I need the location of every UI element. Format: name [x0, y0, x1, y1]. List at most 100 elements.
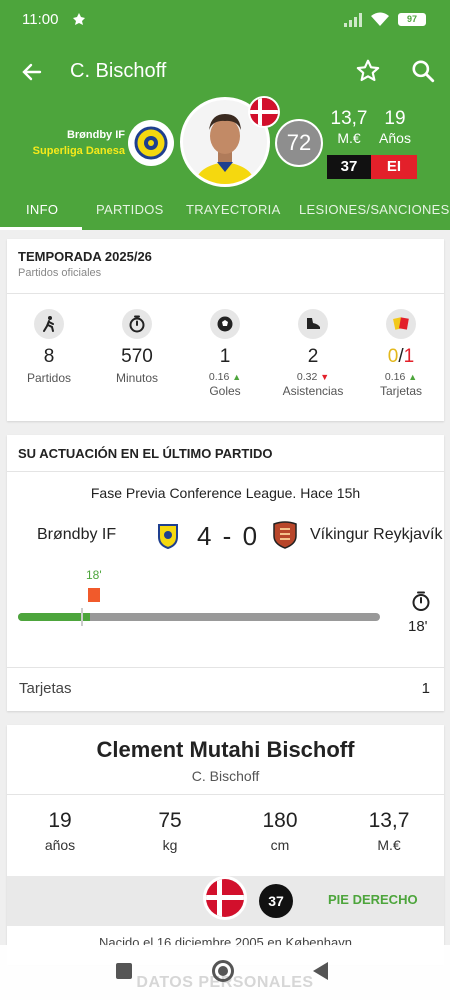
profile-stat-height: 180 cm	[230, 809, 330, 853]
wifi-icon	[371, 12, 389, 26]
stat-value: 0/1	[387, 346, 415, 367]
market-value: 13,7 M.€	[328, 108, 370, 146]
stat-per-game: 0.16 ▲	[384, 371, 418, 383]
tab-trayectoria[interactable]: TRAYECTORIA	[186, 202, 281, 217]
stat-label: Tarjetas	[379, 384, 423, 398]
league-name: Superliga Danesa	[32, 145, 125, 157]
notification-icon	[73, 13, 85, 25]
stat-per-game: 0.16 ▲	[208, 371, 242, 383]
player-rating: 72	[275, 119, 323, 167]
status-bar: 11:00 97	[0, 0, 450, 40]
market-value-unit: M.€	[337, 130, 361, 146]
signal-icon	[344, 12, 362, 27]
last-match-title: SU ACTUACIÓN EN EL ÚLTIMO PARTIDO	[18, 446, 273, 461]
denmark-flag-icon	[250, 98, 278, 126]
back-arrow-icon[interactable]	[20, 60, 44, 84]
top-bar: C. Bischoff	[0, 52, 450, 92]
home-icon[interactable]	[212, 960, 234, 982]
player-age: 19 Años	[378, 108, 412, 146]
stat-assists: 2 0.32 ▼ Asistencias	[268, 309, 358, 398]
club-info[interactable]: Brøndby IF Superliga Danesa	[20, 127, 125, 159]
stat-value: 8	[43, 346, 55, 367]
stat-value: 2	[307, 346, 319, 367]
age-unit: Años	[379, 130, 411, 146]
club-crest[interactable]	[128, 120, 174, 166]
market-value-number: 13,7	[330, 108, 368, 129]
cards-row-value: 1	[421, 680, 430, 697]
profile-stat-label: años	[44, 837, 76, 853]
profile-stat-value: 180	[262, 809, 298, 832]
tab-lesiones-sanciones[interactable]: LESIONES/SANCIONES	[299, 202, 450, 217]
player-icon	[34, 309, 64, 339]
active-tab-indicator	[0, 227, 82, 230]
timeline-marker	[81, 608, 83, 626]
profile-stat-label: kg	[162, 837, 178, 853]
substitution-minute: 18'	[86, 568, 102, 582]
nationality-flag	[203, 876, 247, 920]
brondby-crest-icon	[158, 524, 178, 549]
system-navigation-bar: DATOS PERSONALES	[0, 945, 450, 1000]
back-triangle-icon[interactable]	[313, 962, 328, 980]
status-icons: 97	[344, 12, 426, 27]
season-title: TEMPORADA 2025/26	[18, 249, 152, 264]
stat-value: 1	[219, 346, 231, 367]
minutes-timeline-fill	[18, 613, 91, 621]
stat-cards: 0/1 0.16 ▲ Tarjetas	[356, 309, 446, 398]
home-team: Brøndby IF	[37, 526, 117, 543]
match-score: 4 - 0	[197, 521, 260, 551]
shirt-number-badge: 37	[259, 884, 293, 918]
denmark-flag-icon	[206, 879, 244, 917]
tab-partidos[interactable]: PARTIDOS	[96, 202, 164, 217]
minutes-timeline	[18, 613, 380, 621]
profile-stat-value: 19	[48, 809, 72, 832]
profile-stat-label: cm	[270, 837, 290, 853]
age-number: 19	[384, 108, 406, 129]
stat-label: Minutos	[115, 371, 159, 385]
stat-matches: 8 Partidos	[4, 309, 94, 385]
minutes-played: 18'	[408, 618, 428, 635]
divider	[7, 667, 444, 668]
profile-stat-value: 75	[158, 809, 182, 832]
season-subtitle: Partidos oficiales	[18, 267, 102, 279]
stat-per-game: 0.32 ▼	[296, 371, 330, 383]
status-time: 11:00	[22, 11, 59, 28]
nationality-flag	[248, 96, 280, 128]
stat-minutes: 570 Minutos	[92, 309, 182, 385]
stat-label: Asistencias	[282, 384, 344, 398]
favorite-star-icon[interactable]	[355, 58, 381, 84]
cards-row-label: Tarjetas	[19, 680, 72, 697]
season-header: TEMPORADA 2025/26 Partidos oficiales	[18, 249, 152, 279]
brondby-crest-icon	[134, 126, 168, 160]
search-icon[interactable]	[410, 58, 436, 84]
battery-icon: 97	[398, 13, 426, 26]
stopwatch-icon	[412, 591, 430, 611]
tab-info[interactable]: INFO	[26, 202, 58, 217]
divider	[7, 794, 444, 795]
cards-icon	[386, 309, 416, 339]
season-stats-card[interactable]: TEMPORADA 2025/26 Partidos oficiales 8 P…	[7, 239, 444, 421]
boot-icon	[298, 309, 328, 339]
stat-goals: 1 0.16 ▲ Goles	[180, 309, 270, 398]
short-name: C. Bischoff	[191, 768, 260, 784]
stat-value: 570	[121, 346, 153, 367]
recent-apps-icon[interactable]	[116, 963, 132, 979]
full-name: Clement Mutahi Bischoff	[96, 737, 355, 762]
profile-stat-weight: 75 kg	[120, 809, 220, 853]
ball-icon	[210, 309, 240, 339]
position-badge: EI	[371, 155, 417, 179]
tab-bar: INFO PARTIDOS TRAYECTORIA LESIONES/SANCI…	[0, 194, 450, 230]
stat-label: Goles	[209, 384, 241, 398]
match-competition: Fase Previa Conference League. Hace 15h	[90, 485, 361, 501]
card-event-icon	[88, 588, 100, 602]
club-name: Brøndby IF	[66, 129, 125, 141]
stat-label: Partidos	[26, 371, 72, 385]
preferred-foot: PIE DERECHO	[328, 892, 418, 907]
last-match-card[interactable]: SU ACTUACIÓN EN EL ÚLTIMO PARTIDO Fase P…	[7, 435, 444, 711]
divider	[7, 471, 444, 472]
divider	[7, 293, 444, 294]
profile-stat-value: 13,7	[368, 809, 410, 832]
personal-data-card: Clement Mutahi Bischoff C. Bischoff 19 a…	[7, 725, 444, 965]
stopwatch-icon	[122, 309, 152, 339]
player-header: 11:00 97 C. Bischoff Brøndby IF Superlig…	[0, 0, 450, 230]
profile-stat-age: 19 años	[10, 809, 110, 853]
